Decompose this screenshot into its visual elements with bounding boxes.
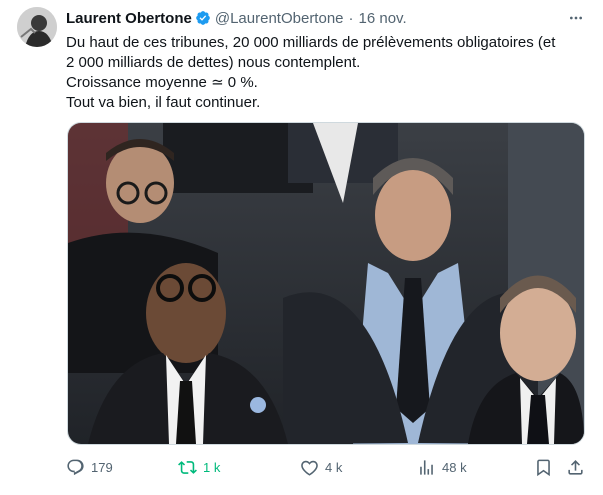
verified-badge-icon [196, 11, 210, 25]
author-handle[interactable]: @LaurentObertone [215, 10, 344, 27]
tweet-text: Du haut de ces tribunes, 20 000 milliard… [66, 33, 591, 113]
like-count: 4 k [325, 459, 343, 475]
tweet-photo[interactable] [67, 122, 585, 445]
tweet-text-line: Croissance moyenne ≃ 0 %. [66, 74, 258, 91]
tweet-date[interactable]: 16 nov. [359, 10, 407, 27]
like-icon [301, 460, 318, 476]
author-name[interactable]: Laurent Obertone [66, 10, 192, 27]
share-button[interactable] [566, 455, 585, 479]
bookmark-icon [537, 459, 550, 476]
views-count: 48 k [442, 459, 467, 475]
photo-image [68, 123, 584, 444]
tweet-text-line: 2 000 milliards de dettes) nous contempl… [66, 54, 361, 71]
reply-count: 179 [91, 459, 113, 475]
more-icon[interactable] [566, 10, 586, 26]
tweet-header: Laurent Obertone @LaurentObertone · 16 n… [66, 9, 407, 27]
retweet-button[interactable]: 1 k [178, 455, 220, 479]
tweet-actions: 179 1 k 4 k 48 k [0, 455, 603, 479]
retweet-count: 1 k [203, 459, 221, 475]
avatar[interactable] [17, 7, 57, 47]
bookmark-button[interactable] [534, 455, 553, 479]
like-button[interactable]: 4 k [300, 455, 342, 479]
reply-icon [67, 459, 84, 475]
views-button[interactable]: 48 k [417, 455, 467, 479]
separator-dot: · [348, 9, 354, 27]
share-icon [568, 459, 583, 475]
tweet-text-line: Tout va bien, il faut continuer. [66, 94, 261, 111]
retweet-icon [178, 460, 197, 474]
reply-button[interactable]: 179 [66, 455, 113, 479]
tweet[interactable]: Laurent Obertone @LaurentObertone · 16 n… [0, 0, 603, 495]
views-icon [420, 459, 433, 475]
tweet-text-line: Du haut de ces tribunes, 20 000 milliard… [66, 34, 556, 51]
